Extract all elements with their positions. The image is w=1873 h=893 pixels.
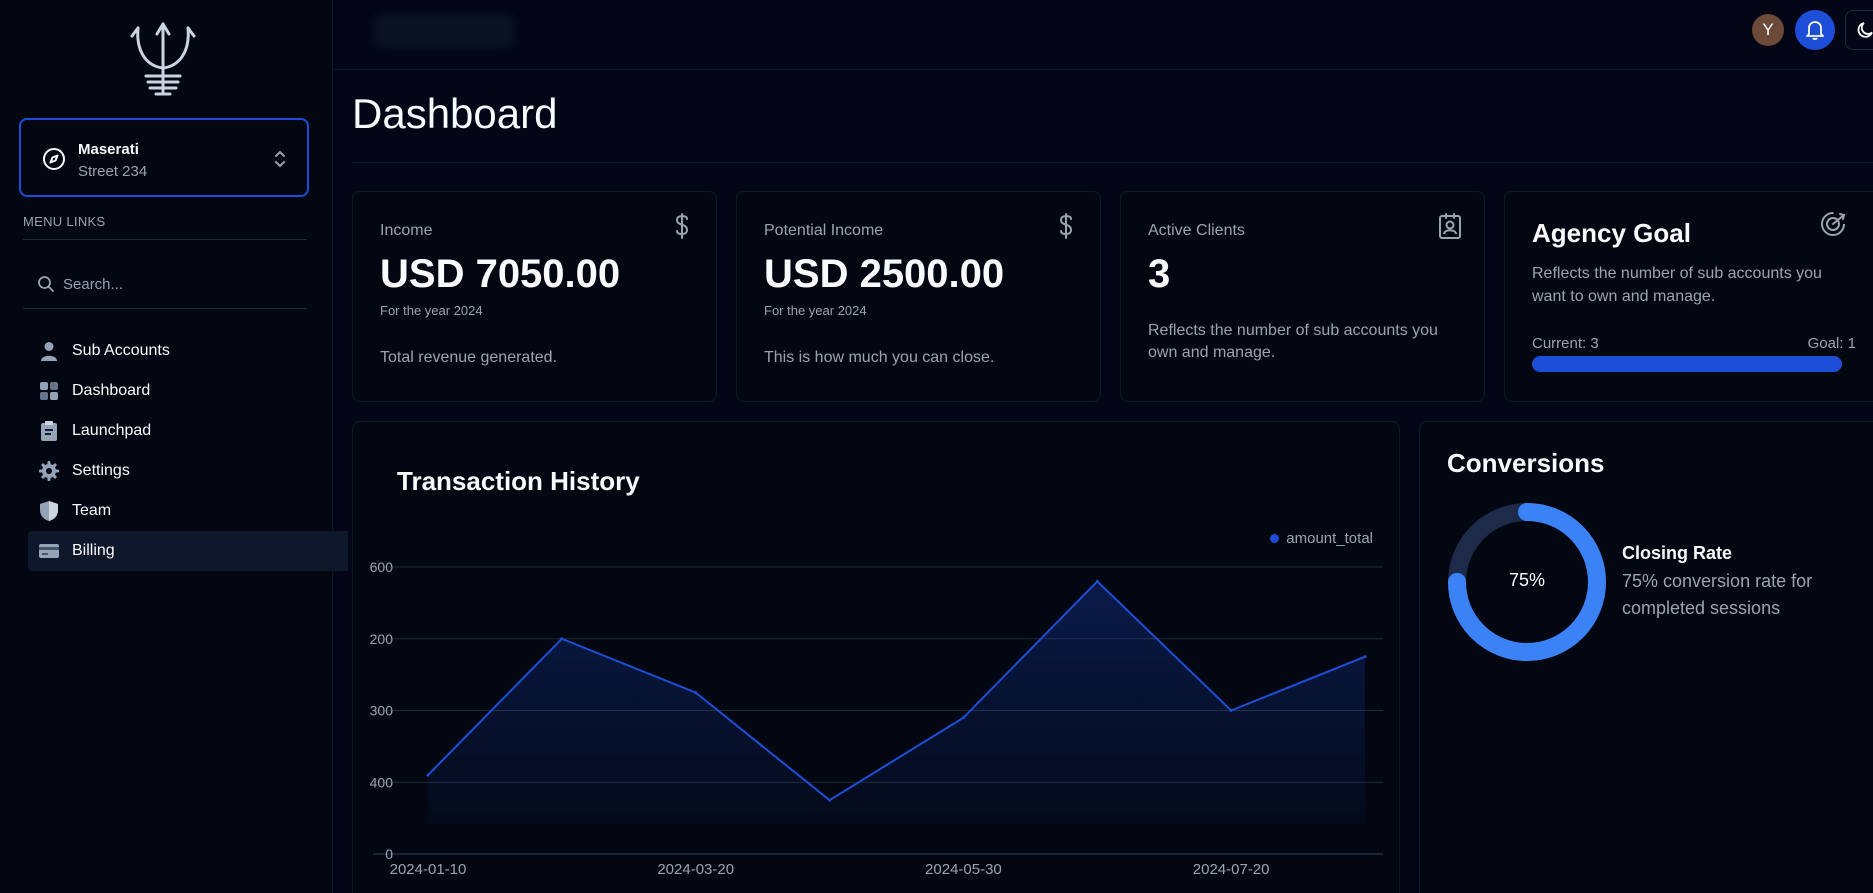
clipboard-icon bbox=[41, 421, 57, 441]
compass-icon bbox=[43, 148, 65, 170]
chevron-up-down-icon bbox=[275, 150, 285, 168]
dollar-icon bbox=[1059, 213, 1073, 239]
sidebar-item-label: Billing bbox=[72, 542, 115, 559]
data-point bbox=[1229, 709, 1233, 712]
sidebar-item-billing[interactable]: Billing bbox=[28, 531, 348, 571]
potential-income-sub: For the year 2024 bbox=[764, 303, 867, 318]
agency-goal-card: Agency Goal Reflects the number of sub a… bbox=[1504, 191, 1873, 402]
data-point bbox=[961, 716, 965, 720]
theme-toggle-button[interactable] bbox=[1845, 10, 1873, 50]
sidebar-nav: Sub Accounts Dashboard Launchpad Setting… bbox=[28, 331, 348, 571]
y-tick-label: 200 bbox=[370, 631, 394, 647]
donut-percent-label: 75% bbox=[1508, 570, 1546, 590]
potential-income-desc: This is how much you can close. bbox=[764, 349, 995, 366]
data-point bbox=[560, 637, 564, 641]
y-tick-label: 600 bbox=[370, 559, 394, 575]
sidebar: Maserati Street 234 MENU LINKS Sub Accou… bbox=[0, 0, 348, 893]
x-tick-label: 2024-01-10 bbox=[390, 861, 467, 878]
active-clients-desc: Reflects the number of sub accounts you … bbox=[1148, 322, 1438, 361]
conversions-title: Conversions bbox=[1447, 448, 1605, 478]
divider bbox=[23, 239, 307, 240]
conversions-card: Conversions 75% Closing Rate 75% convers… bbox=[1419, 421, 1873, 893]
income-value: USD 7050.00 bbox=[380, 252, 621, 296]
search-box bbox=[23, 267, 307, 309]
closing-rate-title: Closing Rate bbox=[1622, 543, 1733, 563]
y-tick-label: 400 bbox=[370, 774, 394, 790]
sidebar-item-label: Launchpad bbox=[72, 422, 152, 439]
shield-icon bbox=[40, 501, 58, 521]
sidebar-item-settings[interactable]: Settings bbox=[28, 451, 348, 491]
account-address: Street 234 bbox=[78, 163, 148, 180]
sidebar-item-label: Team bbox=[72, 502, 112, 519]
agency-goal-desc: Reflects the number of sub accounts you … bbox=[1532, 265, 1822, 305]
sidebar-item-label: Dashboard bbox=[72, 382, 151, 399]
sidebar-item-sub-accounts[interactable]: Sub Accounts bbox=[28, 331, 348, 371]
sidebar-item-dashboard[interactable]: Dashboard bbox=[28, 371, 348, 411]
trident-logo-icon bbox=[130, 22, 196, 96]
income-sub: For the year 2024 bbox=[380, 303, 483, 318]
divider bbox=[23, 308, 307, 309]
transaction-history-card: Transaction History amount_total 0 400 300… bbox=[352, 421, 1400, 893]
menu-links-label: MENU LINKS bbox=[23, 214, 106, 229]
sidebar-item-launchpad[interactable]: Launchpad bbox=[28, 411, 348, 451]
account-name: Maserati bbox=[78, 141, 139, 158]
agency-goal-title: Agency Goal bbox=[1532, 218, 1691, 248]
income-desc: Total revenue generated. bbox=[380, 349, 558, 366]
search-input[interactable] bbox=[63, 267, 303, 301]
closing-rate-desc: 75% conversion rate for completed sessio… bbox=[1622, 571, 1813, 618]
dollar-icon bbox=[675, 213, 689, 239]
active-clients-label: Active Clients bbox=[1148, 222, 1245, 239]
goal-progress-bar bbox=[1532, 356, 1842, 372]
y-tick-label: 300 bbox=[370, 703, 394, 719]
potential-income-label: Potential Income bbox=[764, 222, 884, 239]
potential-income-card: Potential Income USD 2500.00 For the yea… bbox=[736, 191, 1101, 402]
transaction-history-chart: 0 400 300 200 600 2024-01-10 2024-03-20 2024-05… bbox=[370, 559, 1383, 878]
sidebar-item-label: Settings bbox=[72, 462, 130, 479]
data-point bbox=[1095, 579, 1099, 583]
x-tick-label: 2024-03-20 bbox=[657, 861, 734, 878]
x-tick-label: 2024-07-20 bbox=[1193, 861, 1270, 878]
moon-icon bbox=[1857, 22, 1873, 38]
income-card: Income USD 7050.00 For the year 2024 Tot… bbox=[352, 191, 717, 402]
goal-current: Current: 3 bbox=[1532, 335, 1599, 352]
contact-icon bbox=[1439, 213, 1461, 239]
notifications-button[interactable] bbox=[1795, 10, 1835, 50]
sidebar-item-label: Sub Accounts bbox=[72, 342, 170, 359]
data-point bbox=[828, 798, 832, 802]
data-point bbox=[1363, 655, 1367, 659]
divider bbox=[352, 162, 1873, 163]
bell-icon bbox=[1806, 21, 1824, 40]
top-bar bbox=[334, 0, 1873, 70]
active-clients-card: Active Clients 3 Reflects the number of … bbox=[1120, 191, 1485, 402]
account-switcher[interactable]: Maserati Street 234 bbox=[19, 118, 309, 197]
data-point bbox=[426, 773, 430, 777]
user-icon bbox=[41, 342, 57, 361]
goal-target-icon bbox=[1821, 212, 1846, 236]
sidebar-item-team[interactable]: Team bbox=[28, 491, 348, 531]
potential-income-value: USD 2500.00 bbox=[764, 252, 1005, 296]
avatar[interactable]: Y bbox=[1752, 14, 1784, 46]
x-tick-label: 2024-05-30 bbox=[925, 861, 1002, 878]
credit-card-icon bbox=[39, 544, 59, 558]
income-label: Income bbox=[380, 222, 433, 239]
blurred-breadcrumb bbox=[374, 14, 514, 48]
gear-icon bbox=[39, 461, 59, 481]
dashboard-grid-icon bbox=[40, 382, 58, 400]
goal-progress-fill bbox=[1532, 356, 1842, 372]
page-title: Dashboard bbox=[352, 90, 558, 137]
y-tick-label: 0 bbox=[385, 846, 393, 862]
goal-target: Goal: 1 bbox=[1807, 335, 1856, 352]
search-icon bbox=[38, 276, 54, 292]
data-point bbox=[694, 691, 698, 695]
active-clients-value: 3 bbox=[1148, 252, 1171, 296]
